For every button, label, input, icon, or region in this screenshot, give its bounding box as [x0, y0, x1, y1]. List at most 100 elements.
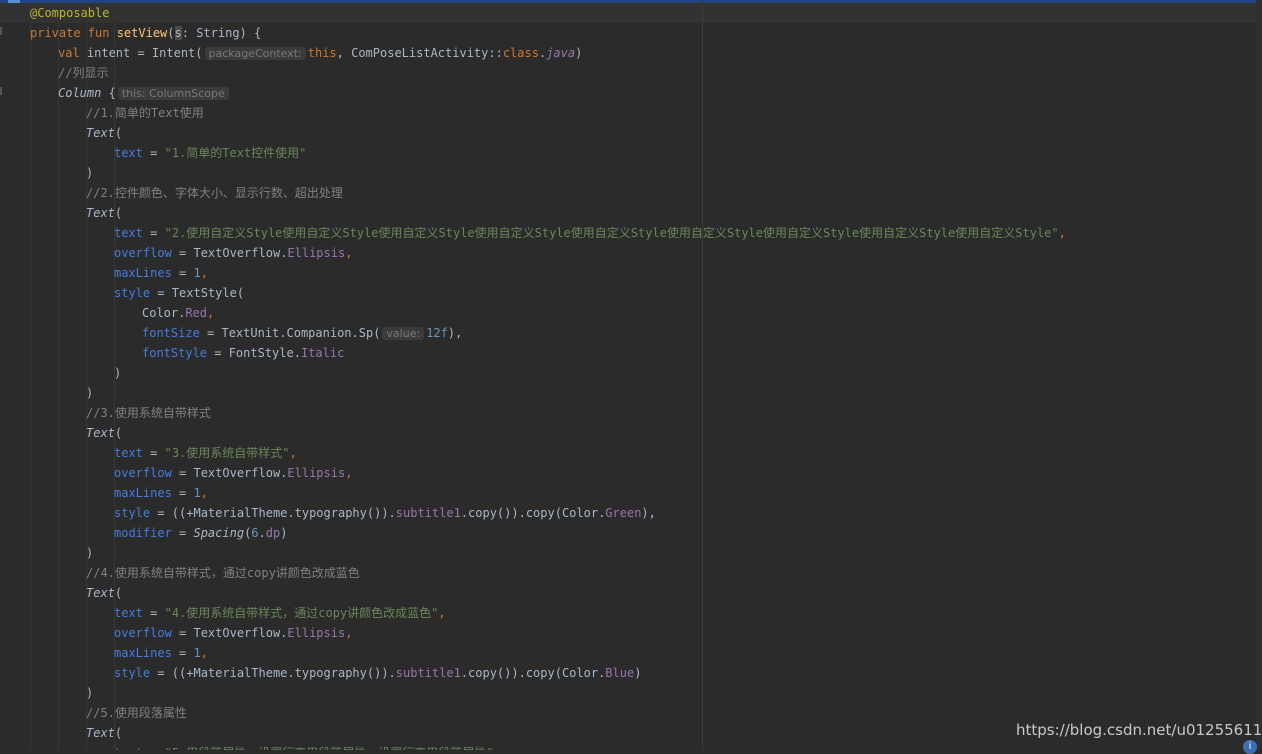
code-token: //4.使用系统自带样式，通过copy讲颜色改成蓝色	[86, 566, 360, 580]
code-token: ,	[345, 466, 353, 480]
code-token: fontStyle	[142, 346, 208, 360]
code-line[interactable]: //3.使用系统自带样式	[86, 403, 211, 423]
code-editor[interactable]: @Composable private fun setView(s: String…	[0, 0, 1262, 750]
code-token: fun	[87, 26, 117, 40]
code-line[interactable]: modifier = Spacing(6.dp)	[114, 523, 287, 543]
code-token: : String) {	[181, 26, 262, 40]
code-token: "3.使用系统自带样式"	[164, 446, 290, 460]
code-line[interactable]: Color.Red,	[142, 303, 214, 323]
code-token: Text	[86, 126, 115, 140]
code-line[interactable]: fontStyle = FontStyle.Italic	[142, 343, 344, 363]
code-token: class	[502, 46, 539, 60]
parameter-hint: value:	[382, 327, 425, 340]
code-token: (	[114, 726, 123, 740]
code-token: , ComPoseListActivity::	[336, 46, 503, 60]
vertical-scrollbar[interactable]	[1256, 0, 1262, 750]
code-token: overflow	[114, 626, 172, 640]
code-token: Text	[86, 726, 115, 740]
code-token: subtitle1	[395, 506, 461, 520]
code-token: = TextOverflow.	[171, 246, 288, 260]
code-line[interactable]: text = "2.使用自定义Style使用自定义Style使用自定义Style…	[114, 223, 1066, 243]
code-line[interactable]: )	[86, 163, 93, 183]
code-token: =	[142, 446, 165, 460]
code-line[interactable]: //4.使用系统自带样式，通过copy讲颜色改成蓝色	[86, 563, 360, 583]
code-line[interactable]: text = "4.使用系统自带样式，通过copy讲颜色改成蓝色",	[114, 603, 446, 623]
code-token: =	[171, 526, 194, 540]
code-token: "5.用段落属性，设置行高用段落属性，设置行高用段落属性"	[165, 746, 494, 750]
code-token: {	[101, 86, 116, 100]
right-margin-guide	[702, 0, 703, 750]
code-line[interactable]: Text(	[86, 123, 122, 143]
code-line[interactable]: //1.简单的Text使用	[86, 103, 204, 123]
code-token: )	[280, 526, 288, 540]
code-token: //列显示	[58, 66, 109, 80]
code-line[interactable]: maxLines = 1,	[114, 263, 208, 283]
code-token: )	[86, 686, 94, 700]
code-token: =	[171, 486, 194, 500]
code-line[interactable]: overflow = TextOverflow.Ellipsis,	[114, 463, 352, 483]
code-token: = FontStyle.	[207, 346, 301, 360]
code-token: )	[86, 166, 94, 180]
fold-marker-icon[interactable]	[0, 87, 2, 95]
code-line[interactable]: )	[86, 683, 93, 703]
code-token: java	[546, 46, 576, 60]
code-line[interactable]: //2.控件颜色、字体大小、显示行数、超出处理	[86, 183, 343, 203]
code-token: ,	[200, 646, 208, 660]
code-token: val	[58, 46, 87, 60]
code-token: ,	[200, 486, 208, 500]
code-token: =	[171, 646, 194, 660]
code-token: = ((+MaterialTheme.typography()).	[150, 666, 396, 680]
code-line[interactable]: )	[114, 363, 121, 383]
code-token: .	[258, 526, 266, 540]
code-token: Ellipsis	[287, 246, 346, 260]
code-token: Text	[86, 206, 115, 220]
code-line[interactable]: )	[86, 383, 93, 403]
code-token: setView	[116, 26, 168, 40]
code-line[interactable]: fontSize = TextUnit.Companion.Sp(value: 1…	[142, 323, 462, 343]
code-token: Text	[86, 586, 115, 600]
code-token: Text	[86, 426, 115, 440]
code-token: )	[114, 366, 122, 380]
code-line[interactable]: Text(	[86, 723, 122, 743]
code-token: maxLines	[114, 266, 172, 280]
code-token: "2.使用自定义Style使用自定义Style使用自定义Style使用自定义St…	[164, 226, 1059, 240]
code-line[interactable]: text = "3.使用系统自带样式",	[114, 443, 297, 463]
code-line[interactable]: Column {this: ColumnScope	[58, 83, 231, 103]
code-line[interactable]: style = TextStyle(	[114, 283, 244, 303]
code-token: modifier	[114, 526, 172, 540]
code-token: 12f	[426, 326, 448, 340]
code-line[interactable]: text = "5.用段落属性，设置行高用段落属性，设置行高用段落属性"	[114, 743, 494, 750]
code-line[interactable]: //列显示	[58, 63, 108, 83]
code-line[interactable]: )	[86, 543, 93, 563]
fold-marker-icon[interactable]	[0, 27, 2, 35]
code-token: "1.简单的Text控件使用"	[164, 146, 307, 160]
code-token: private	[30, 26, 88, 40]
code-line[interactable]: text = "1.简单的Text控件使用"	[114, 143, 306, 163]
code-line[interactable]: private fun setView(s: String) {	[30, 23, 261, 43]
code-token: maxLines	[114, 646, 172, 660]
indent-guide	[30, 23, 31, 750]
code-token: overflow	[114, 466, 172, 480]
code-line[interactable]: maxLines = 1,	[114, 483, 208, 503]
code-line[interactable]: overflow = TextOverflow.Ellipsis,	[114, 623, 352, 643]
code-line[interactable]: val intent = Intent(packageContext: this,…	[58, 43, 582, 63]
code-line[interactable]: //5.使用段落属性	[86, 703, 187, 723]
code-token: .copy()).copy(Color.	[460, 666, 606, 680]
info-icon[interactable]: i	[1243, 740, 1257, 754]
code-line[interactable]: Text(	[86, 583, 122, 603]
code-line[interactable]: Text(	[86, 203, 122, 223]
parameter-hint: this: ColumnScope	[117, 87, 229, 100]
code-line[interactable]: style = ((+MaterialTheme.typography()).s…	[114, 503, 656, 523]
code-line[interactable]: @Composable	[30, 3, 109, 23]
code-token: = TextOverflow.	[171, 626, 288, 640]
code-line[interactable]: overflow = TextOverflow.Ellipsis,	[114, 243, 352, 263]
code-line[interactable]: Text(	[86, 423, 122, 443]
code-token: )	[86, 386, 94, 400]
code-token: Ellipsis	[287, 626, 346, 640]
code-token: "4.使用系统自带样式，通过copy讲颜色改成蓝色"	[164, 606, 439, 620]
code-line[interactable]: maxLines = 1,	[114, 643, 208, 663]
code-token: Ellipsis	[287, 466, 346, 480]
code-token: style	[114, 506, 151, 520]
code-line[interactable]: style = ((+MaterialTheme.typography()).s…	[114, 663, 641, 683]
code-token: ,	[1058, 226, 1066, 240]
